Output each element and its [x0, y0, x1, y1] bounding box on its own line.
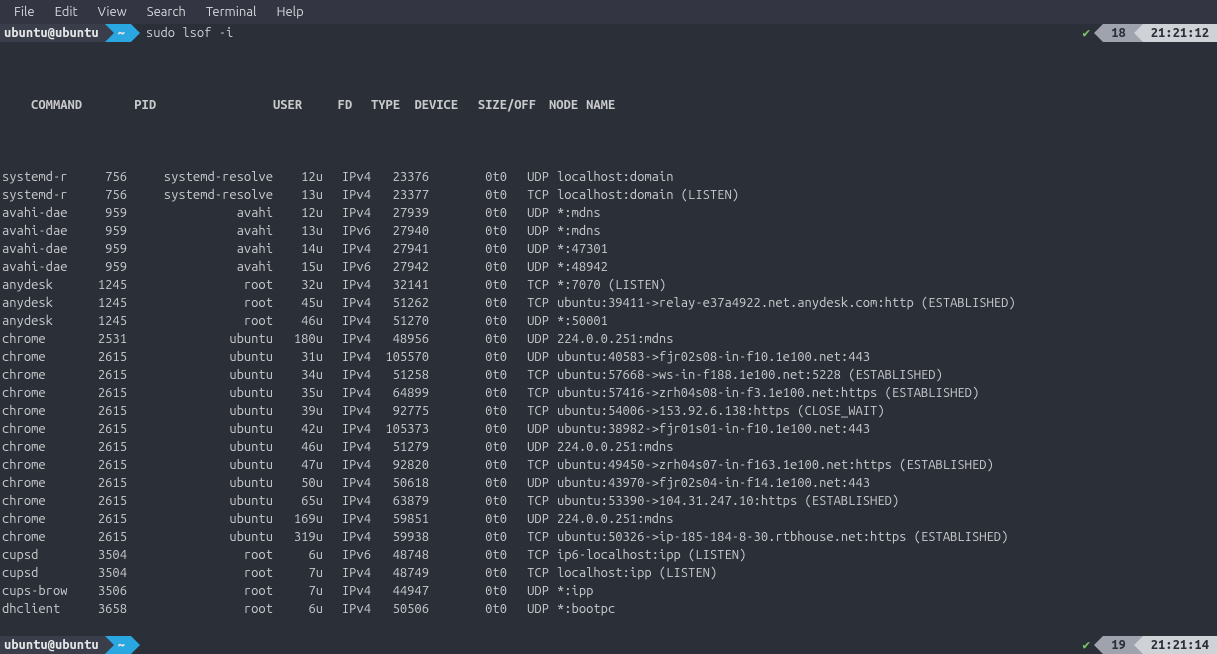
menubar: FileEditViewSearchTerminalHelp	[0, 0, 1217, 24]
lsof-row: chrome2615ubuntu50uIPv4506180t0UDPubuntu…	[2, 474, 1217, 492]
lsof-row: systemd-r756systemd-resolve12uIPv4233760…	[2, 168, 1217, 186]
lsof-row: chrome2615ubuntu65uIPv4638790t0TCPubuntu…	[2, 492, 1217, 510]
lsof-row: chrome2615ubuntu169uIPv4598510t0UDP224.0…	[2, 510, 1217, 528]
col-name: NAME	[578, 96, 615, 114]
prompt-user-host: ubuntu@ubuntu	[0, 636, 105, 654]
lsof-row: chrome2615ubuntu319uIPv4599380t0TCPubunt…	[2, 528, 1217, 546]
lsof-row: cupsd3504root6uIPv6487480t0TCPip6-localh…	[2, 546, 1217, 564]
menu-edit[interactable]: Edit	[45, 0, 88, 24]
menu-view[interactable]: View	[88, 0, 137, 24]
menu-terminal[interactable]: Terminal	[196, 0, 267, 24]
lsof-row: chrome2615ubuntu31uIPv41055700t0UDPubunt…	[2, 348, 1217, 366]
time-display: 21:21:14	[1143, 636, 1217, 654]
lsof-row: avahi-dae959avahi14uIPv4279410t0UDP*:473…	[2, 240, 1217, 258]
command-text: sudo lsof -i	[140, 24, 233, 42]
lsof-row: cups-brow3506root7uIPv4449470t0UDP*:ipp	[2, 582, 1217, 600]
history-count: 18	[1103, 24, 1134, 42]
col-type: TYPE	[352, 96, 400, 114]
lsof-row: chrome2615ubuntu39uIPv4927750t0TCPubuntu…	[2, 402, 1217, 420]
lsof-row: chrome2615ubuntu47uIPv4928200t0TCPubuntu…	[2, 456, 1217, 474]
lsof-output: COMMANDPID USERFDTYPEDEVICESIZE/OFFNODENA…	[0, 42, 1217, 636]
separator-arrow	[105, 636, 114, 654]
lsof-row: chrome2531ubuntu180uIPv4489560t0UDP224.0…	[2, 330, 1217, 348]
prompt-line-1: ubuntu@ubuntu ~ sudo lsof -i ✔ 18 21:21:…	[0, 24, 1217, 42]
prompt-right-status: ✔ 18 21:21:12	[1082, 24, 1217, 42]
col-pid: PID	[111, 96, 156, 114]
time-display: 21:21:12	[1143, 24, 1217, 42]
check-icon: ✔	[1082, 636, 1094, 654]
lsof-row: cupsd3504root7uIPv4487490t0TCPlocalhost:…	[2, 564, 1217, 582]
check-icon: ✔	[1082, 24, 1094, 42]
lsof-row: anydesk1245root32uIPv4321410t0TCP*:7070 …	[2, 276, 1217, 294]
col-device: DEVICE	[400, 96, 458, 114]
separator-arrow	[131, 24, 140, 42]
separator-arrow	[1134, 24, 1143, 42]
prompt-path: ~	[114, 24, 131, 42]
lsof-row: avahi-dae959avahi13uIPv6279400t0UDP*:mdn…	[2, 222, 1217, 240]
separator-arrow	[1094, 636, 1103, 654]
lsof-row: anydesk1245root46uIPv4512700t0UDP*:50001	[2, 312, 1217, 330]
col-node: NODE	[536, 96, 578, 114]
separator-arrow	[1134, 636, 1143, 654]
lsof-row: chrome2615ubuntu34uIPv4512580t0TCPubuntu…	[2, 366, 1217, 384]
col-fd: FD	[302, 96, 352, 114]
lsof-row: dhclient3658root6uIPv4505060t0UDP*:bootp…	[2, 600, 1217, 618]
prompt-user-host: ubuntu@ubuntu	[0, 24, 105, 42]
col-user: USER	[164, 96, 302, 114]
output-header: COMMANDPID USERFDTYPEDEVICESIZE/OFFNODENA…	[2, 78, 1217, 132]
lsof-row: avahi-dae959avahi12uIPv4279390t0UDP*:mdn…	[2, 204, 1217, 222]
lsof-row: chrome2615ubuntu35uIPv4648990t0TCPubuntu…	[2, 384, 1217, 402]
lsof-row: chrome2615ubuntu46uIPv4512790t0UDP224.0.…	[2, 438, 1217, 456]
prompt-line-2[interactable]: ubuntu@ubuntu ~ ✔ 19 21:21:14	[0, 636, 1217, 654]
separator-arrow	[105, 24, 114, 42]
history-count: 19	[1103, 636, 1134, 654]
separator-arrow	[131, 636, 140, 654]
menu-search[interactable]: Search	[137, 0, 196, 24]
menu-help[interactable]: Help	[266, 0, 313, 24]
col-command: COMMAND	[31, 96, 111, 114]
lsof-row: systemd-r756systemd-resolve13uIPv4233770…	[2, 186, 1217, 204]
lsof-row: chrome2615ubuntu42uIPv41053730t0UDPubunt…	[2, 420, 1217, 438]
lsof-row: avahi-dae959avahi15uIPv6279420t0UDP*:489…	[2, 258, 1217, 276]
separator-arrow	[1094, 24, 1103, 42]
lsof-row: anydesk1245root45uIPv4512620t0TCPubuntu:…	[2, 294, 1217, 312]
prompt-path: ~	[114, 636, 131, 654]
prompt-right-status: ✔ 19 21:21:14	[1082, 636, 1217, 654]
col-sizeoff: SIZE/OFF	[458, 96, 536, 114]
menu-file[interactable]: File	[4, 0, 45, 24]
